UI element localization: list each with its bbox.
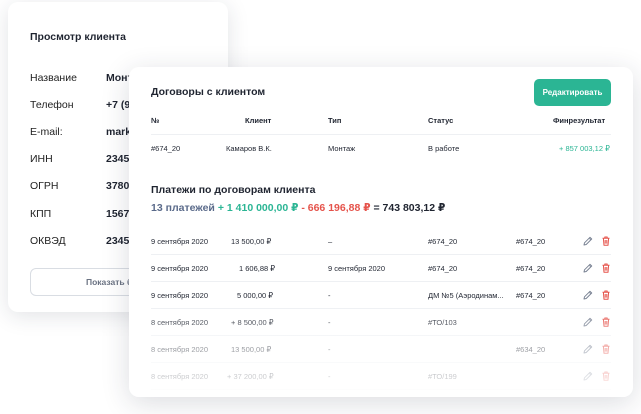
payment-col5: #634_20: [516, 345, 546, 354]
client-field-inn: ИНН 2345: [30, 153, 129, 165]
contract-type: Монтаж: [328, 144, 356, 153]
field-label: Название: [30, 72, 77, 84]
payment-col4: #674_20: [428, 264, 458, 273]
payment-col3: –: [328, 237, 333, 246]
payment-col3: -: [328, 372, 331, 381]
contracts-title: Договоры с клиентом: [151, 86, 266, 98]
trash-icon[interactable]: [600, 343, 612, 355]
payment-col4: #674_20: [428, 237, 458, 246]
col-header-client[interactable]: Клиент: [245, 116, 271, 125]
payment-amount: + 8 500,00 ₽: [231, 318, 274, 327]
payment-date: 8 сентября 2020: [151, 318, 209, 327]
payments-income: + 1 410 000,00 ₽: [217, 202, 299, 214]
contracts-card: Договоры с клиентом Редактировать № Клие…: [129, 67, 633, 397]
payment-col4: ДМ №5 (Аэродинам...: [428, 291, 504, 300]
client-view-title: Просмотр клиента: [30, 31, 127, 43]
field-label: ОГРН: [30, 180, 59, 192]
field-value: 2345: [106, 153, 130, 165]
payment-amount: 13 500,00 ₽: [231, 345, 272, 354]
payment-row: 8 сентября 2020 + 8 500,00 ₽ - #ТО/103: [151, 309, 611, 336]
payment-row: 9 сентября 2020 13 500,00 ₽ – #674_20 #6…: [151, 228, 611, 255]
payment-col4: #ТО/199: [428, 372, 457, 381]
field-value: mark: [106, 126, 132, 138]
payment-date: 9 сентября 2020: [151, 237, 209, 246]
client-field-ogrn: ОГРН 3780: [30, 180, 129, 192]
trash-icon[interactable]: [600, 316, 612, 328]
payment-amount: 1 606,88 ₽: [239, 264, 276, 273]
field-value: 2345: [106, 235, 130, 247]
field-label: Телефон: [30, 99, 74, 111]
field-value: 3780: [106, 180, 130, 192]
col-header-num[interactable]: №: [151, 116, 159, 125]
pencil-icon[interactable]: [582, 235, 594, 247]
payment-amount: 5 000,00 ₽: [237, 291, 274, 300]
field-label: ОКВЭД: [30, 235, 66, 247]
payment-col3: -: [328, 291, 331, 300]
payments-title: Платежи по договорам клиента: [151, 184, 316, 196]
field-value: 1567: [106, 208, 130, 220]
payment-date: 9 сентября 2020: [151, 291, 209, 300]
field-label: КПП: [30, 208, 52, 220]
trash-icon[interactable]: [600, 289, 612, 301]
field-label: E-mail:: [30, 126, 63, 138]
payment-amount: 13 500,00 ₽: [231, 237, 272, 246]
payment-row: 9 сентября 2020 1 606,88 ₽ 9 сентября 20…: [151, 255, 611, 282]
payments-total: = 743 803,12 ₽: [373, 202, 446, 214]
contract-num[interactable]: #674_20: [151, 144, 180, 153]
payment-col5: #674_20: [516, 291, 546, 300]
client-field-email: E-mail: mark: [30, 126, 131, 138]
pencil-icon[interactable]: [582, 316, 594, 328]
edit-button[interactable]: Редактировать: [534, 79, 611, 106]
pencil-icon[interactable]: [582, 262, 594, 274]
header-divider: [151, 134, 611, 135]
payment-col5: #674_20: [516, 264, 546, 273]
payment-col5: #674_20: [516, 237, 546, 246]
payment-amount: + 37 200,00 ₽: [227, 372, 274, 381]
payment-row: 8 сентября 2020 + 37 200,00 ₽ - #ТО/199: [151, 363, 611, 390]
payment-date: 8 сентября 2020: [151, 345, 209, 354]
payments-summary: 13 платежей + 1 410 000,00 ₽ - 666 196,8…: [151, 202, 445, 214]
payment-col3: 9 сентября 2020: [328, 264, 386, 273]
payment-col3: -: [328, 345, 331, 354]
client-field-name: Название Монт: [30, 72, 133, 84]
payments-count: 13 платежей: [151, 202, 215, 214]
trash-icon[interactable]: [600, 235, 612, 247]
col-header-type[interactable]: Тип: [328, 116, 341, 125]
field-label: ИНН: [30, 153, 53, 165]
client-field-phone: Телефон +7 (9: [30, 99, 130, 111]
payment-col3: -: [328, 318, 331, 327]
payment-row: 9 сентября 2020 5 000,00 ₽ - ДМ №5 (Аэро…: [151, 282, 611, 309]
trash-icon[interactable]: [600, 262, 612, 274]
pencil-icon[interactable]: [582, 289, 594, 301]
contract-client: Камаров В.К.: [226, 144, 272, 153]
col-header-status[interactable]: Статус: [428, 116, 453, 125]
payments-expense: - 666 196,88 ₽: [301, 202, 371, 214]
client-field-okved: ОКВЭД 2345: [30, 235, 129, 247]
contract-status: В работе: [428, 144, 460, 153]
payment-date: 9 сентября 2020: [151, 264, 209, 273]
field-value: +7 (9: [106, 99, 131, 111]
payment-date: 8 сентября 2020: [151, 372, 209, 381]
payment-col4: #ТО/103: [428, 318, 457, 327]
col-header-result[interactable]: Финрезультат: [553, 116, 605, 125]
pencil-icon[interactable]: [582, 370, 594, 382]
trash-icon[interactable]: [600, 370, 612, 382]
payment-row: 8 сентября 2020 13 500,00 ₽ - #634_20: [151, 336, 611, 363]
contract-result: + 857 003,12 ₽: [559, 144, 610, 153]
pencil-icon[interactable]: [582, 343, 594, 355]
client-field-kpp: КПП 1567: [30, 208, 129, 220]
